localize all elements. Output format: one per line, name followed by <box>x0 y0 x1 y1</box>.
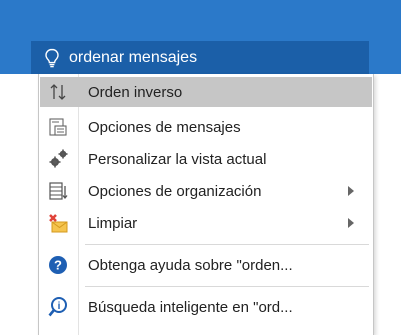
arrangement-options-icon <box>46 179 70 203</box>
customize-view-icon <box>46 147 70 171</box>
clean-up-icon <box>46 211 70 235</box>
menu-item-label: Orden inverso <box>88 83 183 101</box>
submenu-arrow-icon <box>344 218 358 228</box>
lightbulb-icon <box>41 47 63 69</box>
menu-item-label: Obtenga ayuda sobre "orden... <box>88 256 293 274</box>
menu-item-label: Opciones de organización <box>88 182 262 200</box>
menu-item-label: Personalizar la vista actual <box>88 150 267 168</box>
menu-item-label: Búsqueda inteligente en "ord... <box>88 298 293 316</box>
menu-item-reverse-sort[interactable]: Orden inverso <box>40 77 372 107</box>
menu-item-label: Limpiar <box>88 214 138 232</box>
tell-me-search-box[interactable]: ordenar mensajes <box>31 41 369 74</box>
menu-item-smart-lookup[interactable]: i Búsqueda inteligente en "ord... <box>40 292 372 322</box>
menu-item-arrangement-options[interactable]: Opciones de organización <box>40 176 372 206</box>
menu-item-customize-view[interactable]: Personalizar la vista actual <box>40 144 372 174</box>
smart-lookup-icon: i <box>46 295 70 319</box>
menu-item-get-help[interactable]: ? Obtenga ayuda sobre "orden... <box>40 250 372 280</box>
reverse-sort-icon <box>46 80 70 104</box>
submenu-arrow-icon <box>344 186 358 196</box>
help-icon: ? <box>46 253 70 277</box>
search-query-text[interactable]: ordenar mensajes <box>69 49 197 67</box>
menu-separator <box>85 286 369 287</box>
message-options-icon <box>46 115 70 139</box>
svg-text:?: ? <box>54 258 62 273</box>
search-results-menu: Orden inverso Opciones de mensajes Perso… <box>38 74 374 335</box>
menu-item-clean-up[interactable]: Limpiar <box>40 208 372 238</box>
menu-separator <box>85 244 369 245</box>
svg-text:i: i <box>58 301 61 312</box>
menu-item-message-options[interactable]: Opciones de mensajes <box>40 112 372 142</box>
menu-item-label: Opciones de mensajes <box>88 118 241 136</box>
